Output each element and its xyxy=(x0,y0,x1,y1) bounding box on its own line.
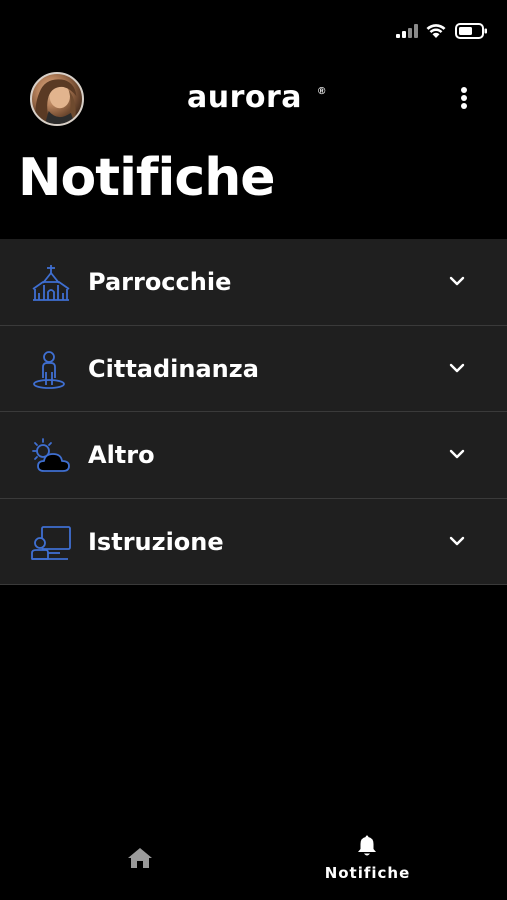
bottom-navigation: Notifiche xyxy=(0,820,507,900)
category-altro[interactable]: Altro xyxy=(0,412,507,499)
nav-notifications-label: Notifiche xyxy=(324,864,411,882)
more-vertical-icon[interactable] xyxy=(452,84,476,114)
church-icon xyxy=(32,265,70,301)
category-label: Parrocchie xyxy=(88,268,232,296)
app-logo: aurora xyxy=(187,80,303,115)
nav-notifications-button[interactable]: Notifiche xyxy=(320,832,415,892)
category-label: Cittadinanza xyxy=(88,354,259,383)
chevron-down-icon[interactable] xyxy=(447,361,467,375)
registered-mark: ® xyxy=(318,86,326,97)
chevron-down-icon[interactable] xyxy=(447,274,467,288)
category-parrocchie[interactable]: Parrocchie xyxy=(0,239,507,326)
weather-icon xyxy=(32,438,70,472)
page-title: Notifiche xyxy=(18,148,275,208)
category-label: Istruzione xyxy=(88,527,224,556)
user-avatar-icon xyxy=(35,79,77,124)
notification-categories-list: Parrocchie Cittadinanza Altro Istruzione xyxy=(0,239,507,585)
category-label: Altro xyxy=(88,441,155,469)
avatar[interactable] xyxy=(30,72,84,126)
chevron-down-icon[interactable] xyxy=(447,534,467,548)
citizen-icon xyxy=(33,350,65,389)
nav-home-button[interactable] xyxy=(115,834,167,882)
chevron-down-icon[interactable] xyxy=(447,447,467,461)
category-istruzione[interactable]: Istruzione xyxy=(0,498,507,585)
status-bar xyxy=(0,0,507,60)
cellular-signal-icon xyxy=(396,24,418,38)
wifi-icon xyxy=(426,24,446,38)
battery-icon xyxy=(455,23,487,39)
category-cittadinanza[interactable]: Cittadinanza xyxy=(0,325,507,412)
home-icon xyxy=(128,848,152,868)
bell-icon xyxy=(358,835,376,856)
classroom-icon xyxy=(31,525,71,560)
